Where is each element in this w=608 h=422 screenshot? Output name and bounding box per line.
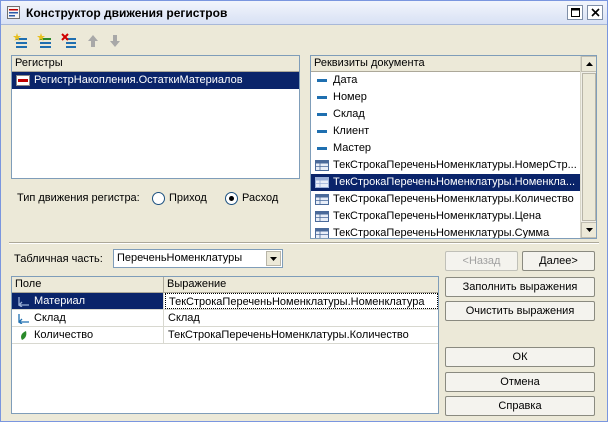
list-item[interactable]: ТекСтрокаПереченьНоменклатуры.Сумма [311, 225, 580, 239]
list-item[interactable]: Номер [311, 89, 580, 106]
radio-expense-label[interactable]: Расход [242, 192, 278, 204]
add-child-button[interactable] [35, 31, 55, 51]
list-item[interactable]: Дата [311, 72, 580, 89]
list-item-label: Номер [333, 91, 367, 103]
table-row[interactable]: Количество ТекСтрокаПереченьНоменклатуры… [12, 327, 438, 344]
attributes-scrollbar[interactable] [580, 56, 596, 238]
radio-expense[interactable] [225, 192, 238, 205]
tabular-part-value: ПереченьНоменклатуры [117, 252, 243, 264]
resource-icon [21, 331, 27, 340]
maximize-icon [570, 8, 580, 17]
close-icon [590, 8, 600, 17]
column-header-expression[interactable]: Выражение [164, 277, 438, 293]
title-bar[interactable]: Конструктор движения регистров [1, 1, 607, 25]
move-up-icon [88, 35, 98, 47]
dimension-icon [17, 297, 29, 307]
clear-expressions-button[interactable]: Очистить выражения [445, 301, 595, 321]
table-row[interactable]: Материал ТекСтрокаПереченьНоменклатуры.Н… [12, 293, 438, 310]
list-item-label: Мастер [333, 142, 372, 154]
add-register-icon [13, 33, 27, 48]
app-icon [7, 6, 20, 19]
scroll-up-button[interactable] [581, 56, 596, 72]
table-attribute-icon [315, 228, 329, 238]
table-attribute-icon [315, 211, 329, 222]
list-item-label: Клиент [333, 125, 370, 137]
next-button[interactable]: Далее> [522, 251, 595, 271]
list-item[interactable]: ТекСтрокаПереченьНоменклатуры.Количество [311, 191, 580, 208]
list-item-label: ТекСтрокаПереченьНоменклатуры.НомерСтр..… [333, 159, 577, 171]
delete-icon [61, 33, 76, 48]
list-item-label: Дата [333, 74, 358, 86]
field-name: Склад [34, 312, 66, 324]
field-cell[interactable]: Склад [12, 310, 164, 326]
list-item[interactable]: ТекСтрокаПереченьНоменклатуры.Номенкла..… [311, 174, 580, 191]
ok-button[interactable]: ОК [445, 347, 595, 367]
close-button[interactable] [587, 5, 603, 20]
list-item[interactable]: ТекСтрокаПереченьНоменклатуры.НомерСтр..… [311, 157, 580, 174]
attribute-icon [317, 79, 327, 82]
chevron-down-icon [270, 256, 277, 261]
tabular-part-label: Табличная часть: [14, 253, 103, 265]
table-row[interactable]: Склад Склад [12, 310, 438, 327]
list-item-label: ТекСтрокаПереченьНоменклатуры.Номенкла..… [333, 176, 576, 188]
add-register-button[interactable] [11, 31, 31, 51]
expression-cell[interactable]: ТекСтрокаПереченьНоменклатуры.Номенклату… [165, 293, 438, 309]
expression-cell[interactable]: ТекСтрокаПереченьНоменклатуры.Количество [165, 327, 438, 343]
table-attribute-icon [315, 194, 329, 205]
scrollbar-thumb[interactable] [582, 73, 596, 221]
radio-receipt-label[interactable]: Приход [169, 192, 207, 204]
mapping-table[interactable]: Поле Выражение Материал ТекСтрокаПеречен… [11, 276, 439, 414]
toolbar [11, 31, 151, 51]
list-item-label: ТекСтрокаПереченьНоменклатуры.Цена [333, 210, 542, 222]
move-down-icon [110, 35, 120, 47]
table-attribute-icon [315, 177, 329, 188]
registers-header: Регистры [12, 56, 299, 72]
cancel-button[interactable]: Отмена [445, 372, 595, 392]
dimension-icon [17, 314, 29, 324]
dropdown-button[interactable] [266, 251, 281, 266]
column-header-field[interactable]: Поле [12, 277, 164, 293]
field-name: Материал [34, 295, 85, 307]
list-item[interactable]: Склад [311, 106, 580, 123]
accumulation-register-icon [16, 75, 30, 86]
scroll-down-button[interactable] [581, 222, 596, 238]
list-item-label: РегистрНакопления.ОстаткиМатериалов [34, 74, 243, 86]
list-item-label: ТекСтрокаПереченьНоменклатуры.Сумма [333, 227, 550, 239]
delete-button[interactable] [59, 31, 79, 51]
move-up-button[interactable] [83, 31, 103, 51]
attributes-list[interactable]: Реквизиты документа Дата Номер Склад Кли… [310, 55, 597, 239]
field-cell[interactable]: Материал [12, 293, 164, 309]
dialog-window: Конструктор движения регистров Регистры … [0, 0, 608, 422]
field-cell[interactable]: Количество [12, 327, 164, 343]
attribute-icon [317, 96, 327, 99]
list-item[interactable]: РегистрНакопления.ОстаткиМатериалов [12, 72, 299, 89]
list-item[interactable]: Клиент [311, 123, 580, 140]
attribute-icon [317, 113, 327, 116]
movement-type-label: Тип движения регистра: [17, 192, 140, 204]
scroll-up-icon [585, 62, 593, 66]
maximize-button[interactable] [567, 5, 583, 20]
attribute-icon [317, 130, 327, 133]
list-item-label: ТекСтрокаПереченьНоменклатуры.Количество [333, 193, 574, 205]
tabular-part-select[interactable]: ПереченьНоменклатуры [113, 249, 283, 268]
move-down-button[interactable] [105, 31, 125, 51]
back-button[interactable]: <Назад [445, 251, 518, 271]
scroll-down-icon [585, 228, 593, 232]
window-title: Конструктор движения регистров [26, 6, 228, 20]
list-item[interactable]: ТекСтрокаПереченьНоменклатуры.Цена [311, 208, 580, 225]
separator [9, 242, 599, 244]
registers-list[interactable]: Регистры РегистрНакопления.ОстаткиМатери… [11, 55, 300, 179]
table-attribute-icon [315, 160, 329, 171]
radio-checked-dot [229, 196, 234, 201]
help-button[interactable]: Справка [445, 396, 595, 416]
list-item-label: Склад [333, 108, 365, 120]
attributes-header: Реквизиты документа [311, 56, 580, 72]
fill-expressions-button[interactable]: Заполнить выражения [445, 277, 595, 297]
expression-cell[interactable]: Склад [165, 310, 438, 326]
attribute-icon [317, 147, 327, 150]
field-name: Количество [34, 329, 94, 341]
list-item[interactable]: Мастер [311, 140, 580, 157]
add-child-icon [37, 33, 51, 48]
radio-receipt[interactable] [152, 192, 165, 205]
